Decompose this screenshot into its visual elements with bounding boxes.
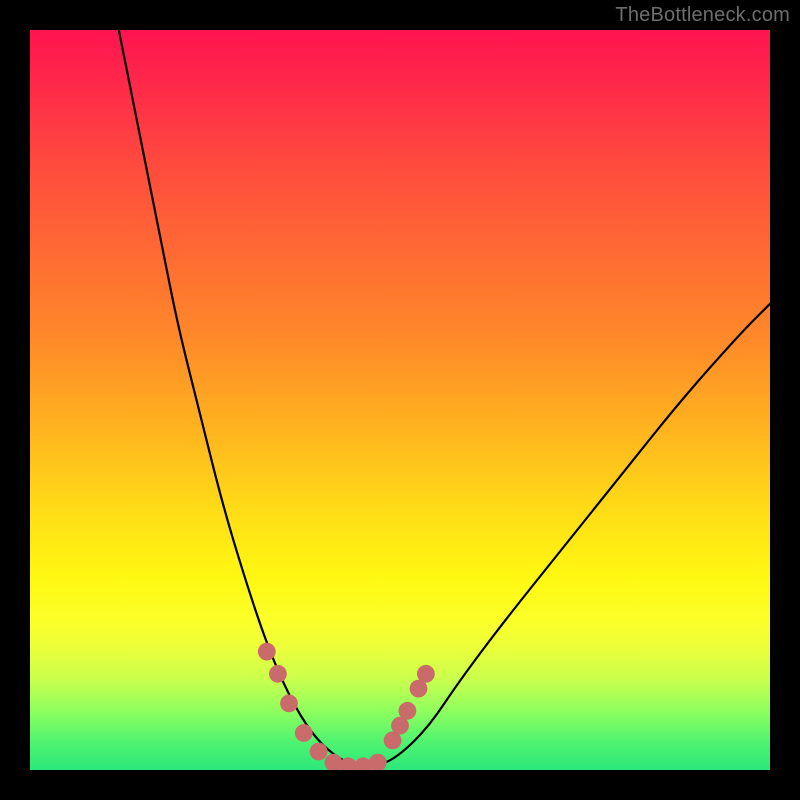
curve-marker	[310, 743, 328, 761]
curve-marker	[295, 724, 313, 742]
curve-marker	[399, 702, 417, 720]
curve-marker	[269, 665, 287, 683]
curve-marker	[258, 643, 276, 661]
chart-svg	[30, 30, 770, 770]
curve-marker	[280, 695, 298, 713]
watermark-text: TheBottleneck.com	[615, 4, 790, 27]
plot-area	[30, 30, 770, 770]
marker-group	[258, 643, 435, 770]
chart-frame: TheBottleneck.com	[0, 0, 800, 800]
bottleneck-curve	[119, 30, 770, 766]
curve-marker	[417, 665, 435, 683]
curve-marker	[369, 754, 387, 770]
